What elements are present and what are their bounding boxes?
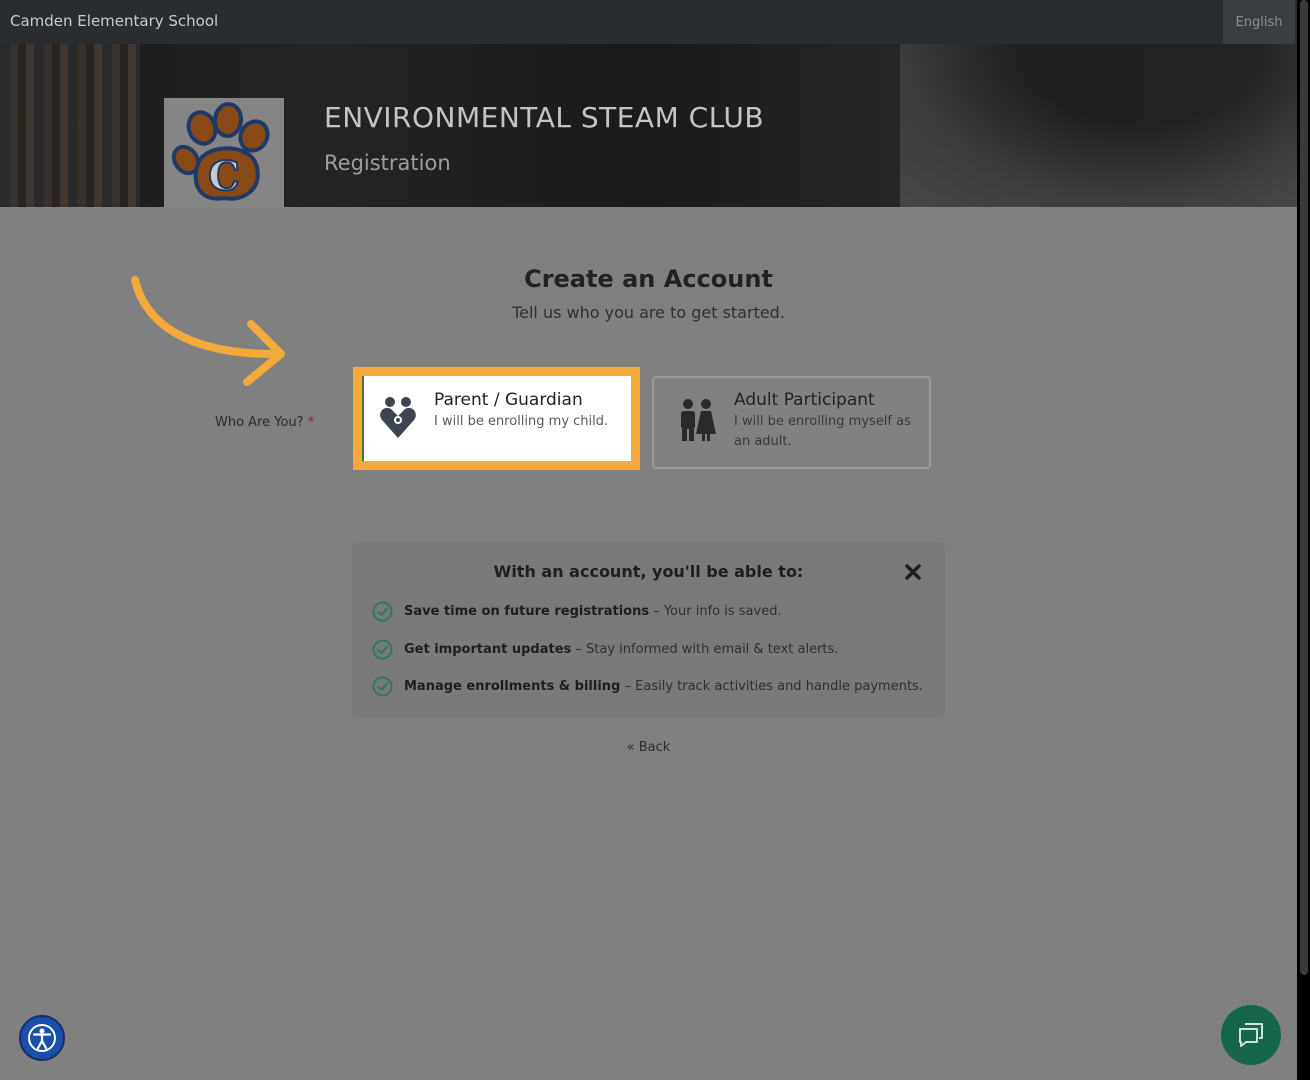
benefit-item: Get important updates – Stay informed wi… [372, 638, 838, 660]
back-link[interactable]: « Back [0, 740, 1297, 755]
accessibility-button[interactable] [19, 1015, 65, 1061]
check-circle-icon [372, 676, 393, 696]
scrollbar-thumb[interactable] [1300, 0, 1308, 975]
option-description: I will be enrolling myself as an adult. [734, 414, 911, 449]
option-adult-participant[interactable]: Adult Participant I will be enrolling my… [652, 376, 931, 469]
language-button[interactable]: English [1223, 0, 1295, 44]
family-heart-icon [380, 397, 416, 438]
adults-icon [681, 399, 716, 441]
who-are-you-label: Who Are You? * [215, 415, 315, 430]
school-logo: C [164, 98, 284, 208]
paw-logo-icon: C [171, 102, 270, 201]
accessibility-icon [28, 1024, 56, 1052]
benefit-item: Manage enrollments & billing – Easily tr… [372, 675, 923, 697]
benefits-title: With an account, you'll be able to: [493, 562, 804, 581]
benefit-text: – Your info is saved. [649, 603, 782, 619]
benefit-text: – Easily track activities and handle pay… [620, 678, 923, 694]
top-bar: Camden Elementary School English [0, 0, 1297, 44]
required-marker: * [307, 415, 315, 430]
option-description: I will be enrolling my child. [434, 414, 609, 429]
account-benefits-panel: With an account, you'll be able to: Save… [352, 542, 945, 718]
benefit-strong: Get important updates [404, 641, 572, 657]
check-circle-icon [372, 601, 393, 621]
option-title: Parent / Guardian [434, 390, 583, 410]
chat-icon [1239, 1023, 1263, 1047]
club-title: ENVIRONMENTAL STEAM CLUB [324, 101, 765, 134]
benefit-item: Save time on future registrations – Your… [372, 600, 782, 622]
close-icon[interactable] [905, 564, 921, 580]
check-circle-icon [372, 639, 393, 659]
hero-background-books [0, 44, 140, 207]
benefit-strong: Save time on future registrations [404, 603, 650, 619]
option-title: Adult Participant [734, 390, 875, 410]
option-parent-guardian[interactable]: Parent / Guardian I will be enrolling my… [362, 376, 630, 461]
svg-text:C: C [208, 153, 240, 200]
hero-background-figure [900, 44, 1297, 207]
chat-button[interactable] [1221, 1005, 1281, 1065]
callout-arrow-icon [131, 276, 285, 386]
school-name[interactable]: Camden Elementary School [10, 12, 218, 30]
club-subtitle: Registration [324, 151, 451, 175]
benefit-strong: Manage enrollments & billing [404, 678, 621, 694]
benefit-text: – Stay informed with email & text alerts… [571, 641, 839, 657]
